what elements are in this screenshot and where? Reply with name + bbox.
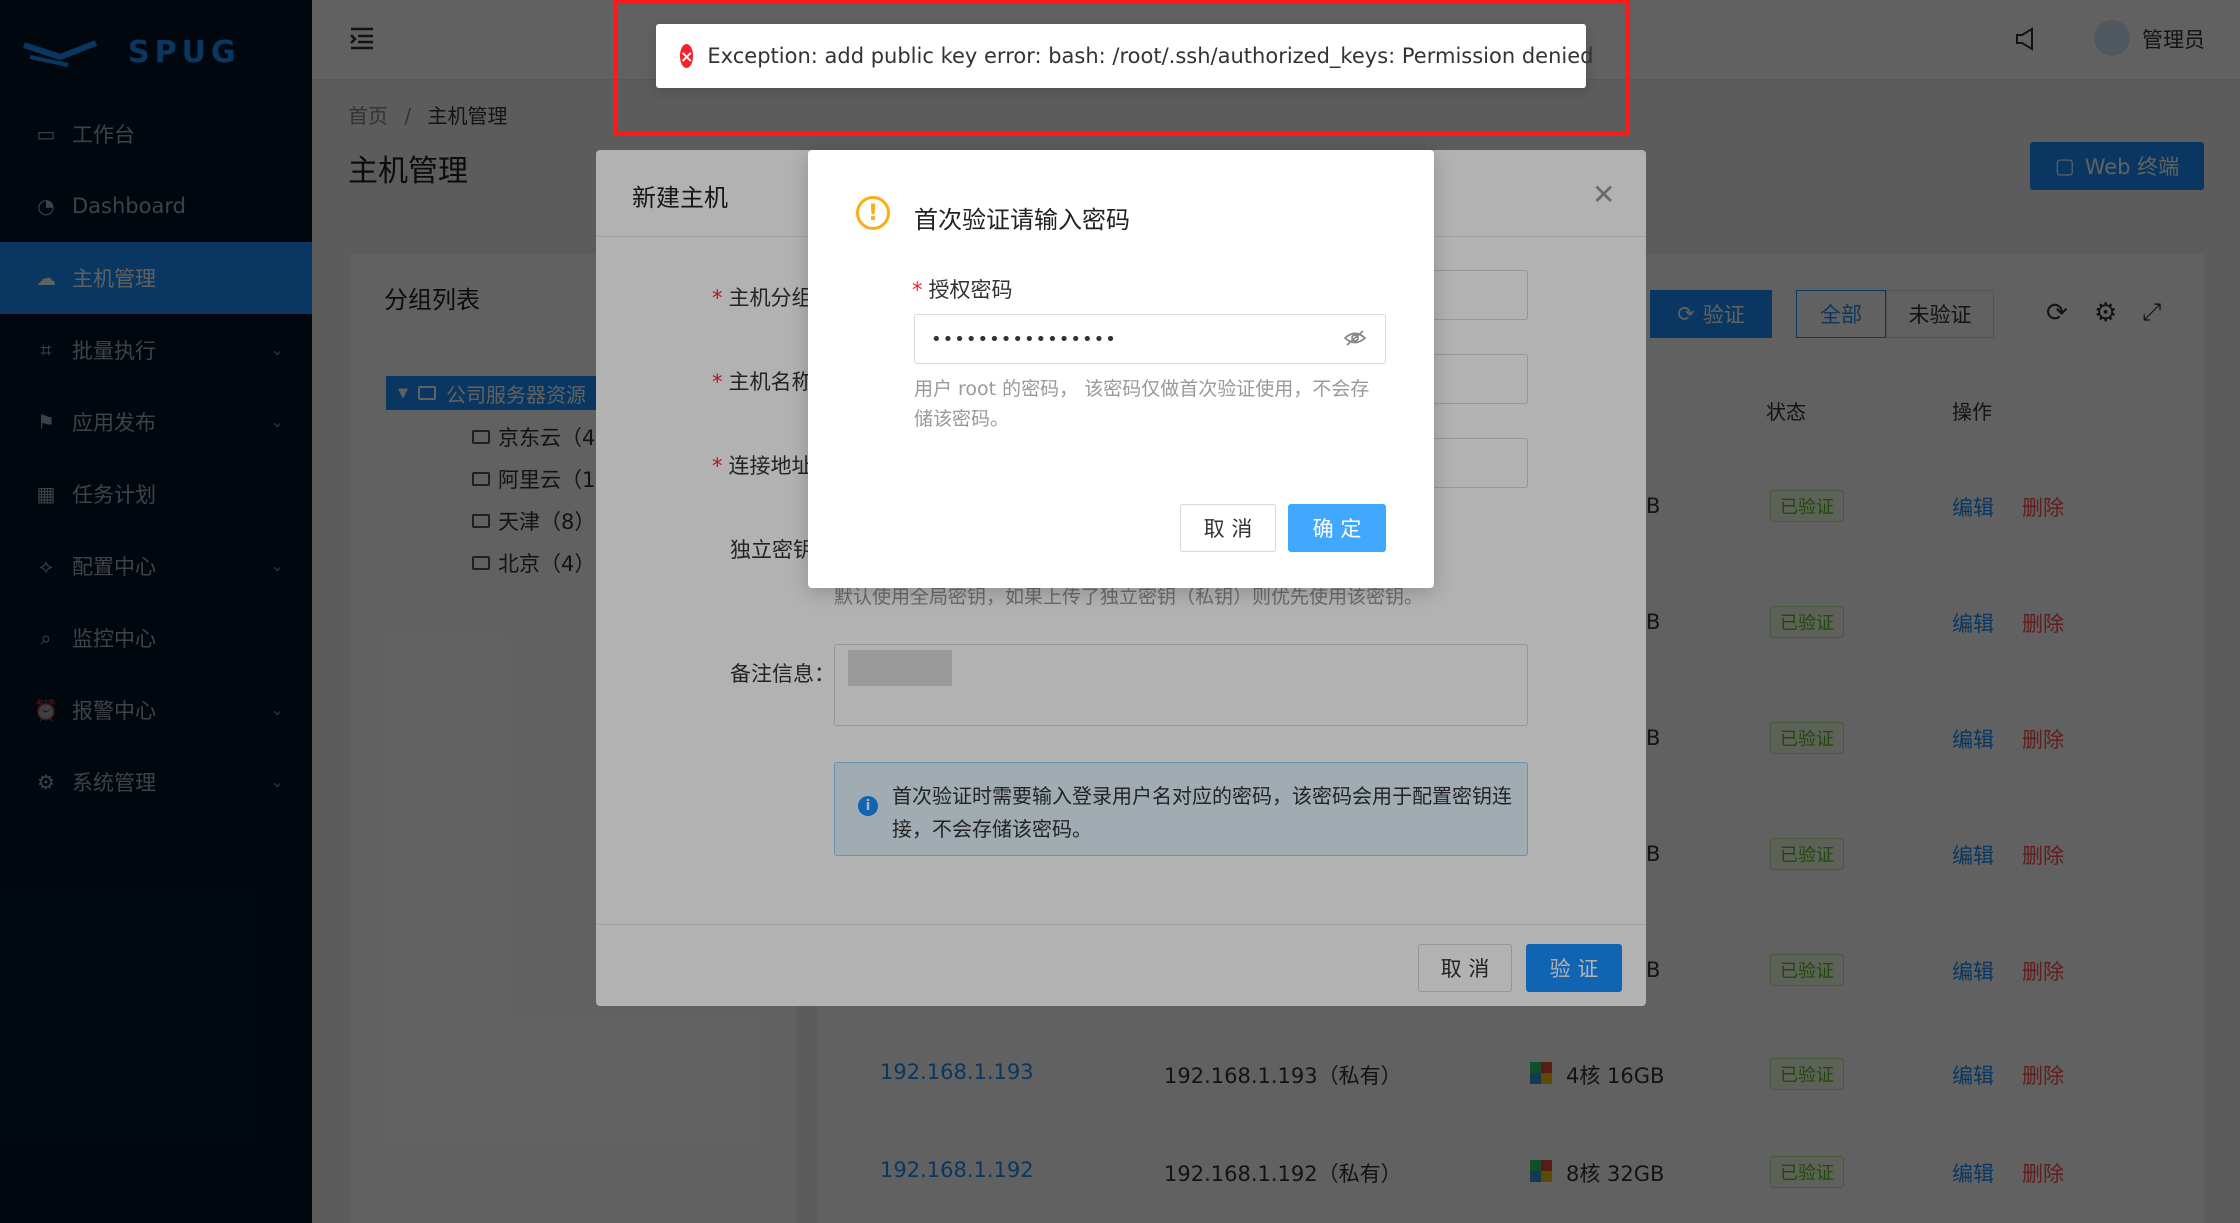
error-message: × Exception: add public key error: bash:… — [656, 24, 1593, 88]
eye-invisible-icon[interactable] — [1343, 328, 1367, 352]
confirm-ok-button[interactable]: 确 定 — [1288, 504, 1386, 552]
confirm-modal-title: 首次验证请输入密码 — [914, 206, 1130, 234]
password-hint: 用户 root 的密码， 该密码仅做首次验证使用，不会存储该密码。 — [914, 378, 1370, 430]
password-input[interactable]: •••••••••••••••• — [914, 314, 1386, 364]
exclamation-circle-icon: ! — [856, 196, 890, 230]
confirm-cancel-button[interactable]: 取 消 — [1180, 504, 1276, 552]
password-label: * 授权密码 — [912, 278, 1013, 302]
error-message-text: Exception: add public key error: bash: /… — [707, 44, 1594, 68]
close-circle-icon: × — [680, 44, 694, 68]
